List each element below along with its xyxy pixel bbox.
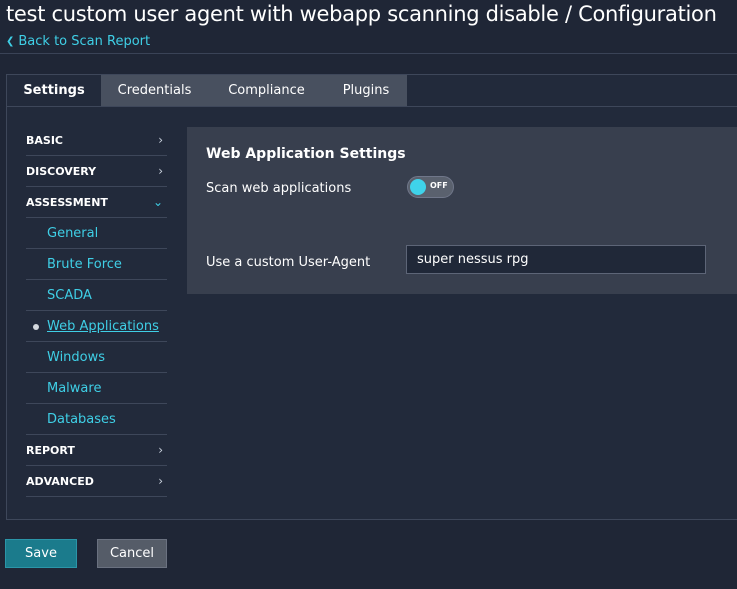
sidebar-item-label: Databases bbox=[47, 412, 116, 427]
web-application-settings-card: Web Application Settings Scan web applic… bbox=[187, 127, 737, 294]
chevron-right-icon: › bbox=[158, 474, 163, 488]
sidebar-item-label: Brute Force bbox=[47, 257, 122, 272]
page-title: test custom user agent with webapp scann… bbox=[6, 2, 717, 26]
settings-sidebar: BASIC › DISCOVERY › ASSESSMENT ⌄ General… bbox=[26, 125, 167, 497]
toggle-knob bbox=[410, 179, 426, 195]
sidebar-item-label: REPORT bbox=[26, 444, 75, 457]
configuration-panel: Settings Credentials Compliance Plugins … bbox=[6, 74, 737, 520]
sidebar-item-label: Windows bbox=[47, 350, 106, 365]
tab-compliance[interactable]: Compliance bbox=[208, 75, 325, 106]
sidebar-item-assessment[interactable]: ASSESSMENT ⌄ bbox=[26, 187, 167, 218]
chevron-down-icon: ⌄ bbox=[152, 195, 163, 209]
header-divider bbox=[0, 53, 737, 54]
sidebar-item-malware[interactable]: Malware bbox=[26, 373, 167, 404]
tab-credentials[interactable]: Credentials bbox=[101, 75, 208, 106]
sidebar-item-label: Malware bbox=[47, 381, 102, 396]
sidebar-item-label: Web Applications bbox=[47, 319, 159, 334]
sidebar-item-brute-force[interactable]: Brute Force bbox=[26, 249, 167, 280]
tab-bar: Settings Credentials Compliance Plugins bbox=[7, 75, 407, 107]
tabs-divider bbox=[7, 106, 737, 107]
sidebar-item-label: BASIC bbox=[26, 134, 63, 147]
sidebar-item-label: SCADA bbox=[47, 288, 92, 303]
chevron-right-icon: › bbox=[158, 133, 163, 147]
sidebar-item-label: General bbox=[47, 226, 99, 241]
page-header: test custom user agent with webapp scann… bbox=[0, 0, 737, 54]
sidebar-item-label: ADVANCED bbox=[26, 475, 94, 488]
sidebar-item-report[interactable]: REPORT › bbox=[26, 435, 167, 466]
tab-settings[interactable]: Settings bbox=[7, 75, 101, 107]
sidebar-item-general[interactable]: General bbox=[26, 218, 167, 249]
toggle-state-label: OFF bbox=[430, 181, 448, 190]
back-link-label: Back to Scan Report bbox=[18, 34, 151, 49]
bullet-icon bbox=[33, 324, 39, 330]
back-to-scan-report-link[interactable]: ❮ Back to Scan Report bbox=[6, 34, 150, 49]
chevron-right-icon: › bbox=[158, 164, 163, 178]
sidebar-item-windows[interactable]: Windows bbox=[26, 342, 167, 373]
save-button[interactable]: Save bbox=[5, 539, 77, 568]
sidebar-item-discovery[interactable]: DISCOVERY › bbox=[26, 156, 167, 187]
scan-web-applications-label: Scan web applications bbox=[206, 181, 352, 196]
custom-user-agent-input[interactable] bbox=[406, 245, 706, 274]
tab-plugins[interactable]: Plugins bbox=[325, 75, 407, 106]
sidebar-item-scada[interactable]: SCADA bbox=[26, 280, 167, 311]
sidebar-item-databases[interactable]: Databases bbox=[26, 404, 167, 435]
sidebar-item-basic[interactable]: BASIC › bbox=[26, 125, 167, 156]
scan-web-applications-toggle[interactable]: OFF bbox=[407, 176, 454, 198]
sidebar-item-label: ASSESSMENT bbox=[26, 196, 108, 209]
custom-user-agent-label: Use a custom User-Agent bbox=[206, 255, 371, 270]
chevron-right-icon: › bbox=[158, 443, 163, 457]
chevron-left-icon: ❮ bbox=[6, 36, 15, 47]
sidebar-item-advanced[interactable]: ADVANCED › bbox=[26, 466, 167, 497]
cancel-button[interactable]: Cancel bbox=[97, 539, 167, 568]
section-title: Web Application Settings bbox=[206, 146, 406, 162]
sidebar-item-web-applications[interactable]: Web Applications bbox=[26, 311, 167, 342]
sidebar-item-label: DISCOVERY bbox=[26, 165, 97, 178]
